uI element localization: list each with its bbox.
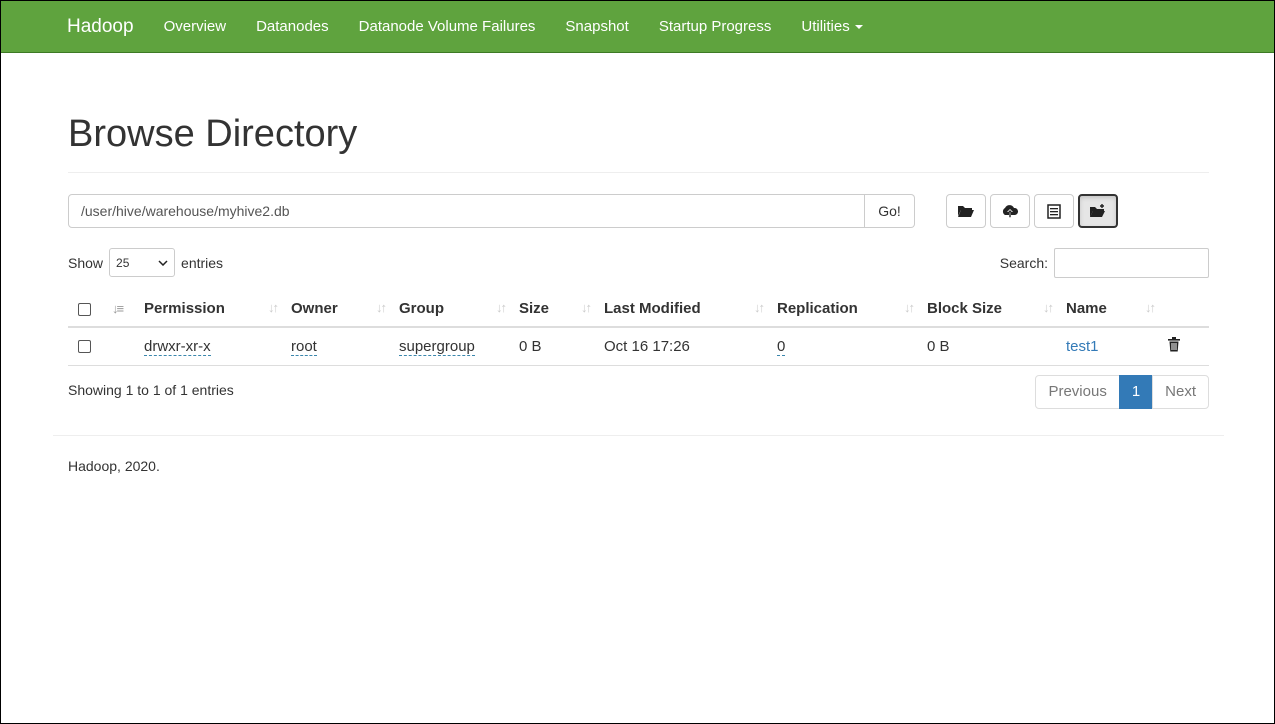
block-size-cell: 0 B — [921, 327, 1060, 366]
header-actions — [1162, 291, 1209, 328]
pagination: Previous 1 Next — [1035, 375, 1209, 409]
replication-cell: 0 — [771, 327, 921, 366]
header-size-label: Size — [519, 300, 550, 317]
footer-divider — [53, 435, 1224, 436]
path-input-group: Go! — [68, 194, 915, 228]
previous-page-button[interactable]: Previous — [1035, 375, 1120, 409]
sort-icon: ↓↑ — [268, 300, 279, 315]
trash-icon[interactable] — [1168, 336, 1180, 352]
header-owner-label: Owner — [291, 300, 338, 317]
nav-utilities-dropdown[interactable]: Utilities — [801, 18, 863, 35]
select-all-checkbox[interactable] — [78, 302, 91, 316]
sort-icon: ↓↑ — [754, 300, 765, 315]
header-size[interactable]: Size ↓↑ — [513, 291, 598, 328]
nav-startup-progress[interactable]: Startup Progress — [659, 18, 772, 35]
show-entries-control: Show 25 entries — [68, 248, 223, 277]
create-directory-button[interactable] — [1078, 194, 1118, 228]
row-select-cell — [68, 327, 106, 366]
header-owner[interactable]: Owner ↓↑ — [285, 291, 393, 328]
replication-editable[interactable]: 0 — [777, 337, 786, 356]
folder-plus-icon — [1090, 204, 1105, 217]
nav-utilities-label: Utilities — [801, 18, 850, 35]
name-cell: test1 — [1060, 327, 1162, 366]
header-permission[interactable]: Permission ↓↑ — [138, 291, 285, 328]
title-divider — [68, 172, 1209, 173]
entries-label: entries — [181, 254, 224, 271]
header-select-all[interactable] — [68, 291, 106, 328]
sort-icon: ↓↑ — [904, 300, 915, 315]
directory-path-input[interactable] — [68, 194, 865, 228]
list-alt-icon — [1047, 203, 1061, 219]
upload-button[interactable] — [990, 194, 1030, 228]
owner-editable[interactable]: root — [291, 337, 317, 356]
footer-text: Hadoop, 2020. — [68, 458, 160, 474]
go-button[interactable]: Go! — [865, 194, 915, 228]
modified-cell: Oct 16 17:26 — [598, 327, 771, 366]
group-editable[interactable]: supergroup — [399, 337, 475, 356]
caret-down-icon — [854, 25, 863, 30]
show-label: Show — [68, 254, 104, 271]
file-name-link[interactable]: test1 — [1066, 338, 1099, 355]
size-cell: 0 B — [513, 327, 598, 366]
header-block-size[interactable]: Block Size ↓↑ — [921, 291, 1060, 328]
header-name[interactable]: Name ↓↑ — [1060, 291, 1162, 328]
sort-icon: ↓↑ — [1043, 300, 1054, 315]
next-page-button[interactable]: Next — [1152, 375, 1209, 409]
sort-icon: ↓↑ — [376, 300, 387, 315]
header-block-size-label: Block Size — [927, 300, 1003, 317]
header-replication[interactable]: Replication ↓↑ — [771, 291, 921, 328]
row-spacer-cell — [106, 327, 138, 366]
cloud-upload-icon — [1002, 204, 1019, 217]
header-group-label: Group — [399, 300, 444, 317]
entries-select-value: 25 — [116, 255, 130, 270]
brand-link[interactable]: Hadoop — [67, 16, 134, 38]
row-checkbox[interactable] — [78, 340, 91, 354]
permission-cell: drwxr-xr-x — [138, 327, 285, 366]
nav-snapshot[interactable]: Snapshot — [565, 18, 628, 35]
top-navbar: Hadoop Overview Datanodes Datanode Volum… — [1, 1, 1274, 53]
folder-open-button[interactable] — [946, 194, 986, 228]
nav-datanodes[interactable]: Datanodes — [256, 18, 329, 35]
header-name-label: Name — [1066, 300, 1107, 317]
table-header-row: ↓≡ Permission ↓↑ Owner ↓↑ Group ↓↑ Size ↓↑ L… — [68, 291, 1209, 328]
sort-icon: ↓↑ — [496, 300, 507, 315]
owner-cell: root — [285, 327, 393, 366]
nav-volume-failures[interactable]: Datanode Volume Failures — [359, 18, 536, 35]
header-sort-default[interactable]: ↓≡ — [106, 291, 138, 328]
sort-ascending-icon: ↓≡ — [112, 301, 124, 316]
group-cell: supergroup — [393, 327, 513, 366]
sort-icon: ↓↑ — [1145, 300, 1156, 315]
header-last-modified[interactable]: Last Modified ↓↑ — [598, 291, 771, 328]
file-table: ↓≡ Permission ↓↑ Owner ↓↑ Group ↓↑ Size ↓↑ L… — [68, 291, 1209, 366]
header-last-modified-label: Last Modified — [604, 300, 701, 317]
actions-cell — [1162, 327, 1209, 366]
header-group[interactable]: Group ↓↑ — [393, 291, 513, 328]
search-input[interactable] — [1054, 248, 1209, 278]
nav-overview[interactable]: Overview — [164, 18, 227, 35]
entries-select[interactable]: 25 — [109, 248, 176, 277]
search-label: Search: — [999, 255, 1048, 271]
search-control: Search: — [1000, 248, 1209, 278]
chevron-down-icon — [158, 259, 168, 266]
header-replication-label: Replication — [777, 300, 858, 317]
table-info: Showing 1 to 1 of 1 entries — [68, 382, 234, 398]
page-title: Browse Directory — [68, 113, 358, 155]
table-row: drwxr-xr-x root supergroup 0 B Oct 16 17… — [68, 327, 1209, 366]
list-button[interactable] — [1034, 194, 1074, 228]
permission-editable[interactable]: drwxr-xr-x — [144, 337, 211, 356]
sort-icon: ↓↑ — [581, 300, 592, 315]
page-1-button[interactable]: 1 — [1118, 375, 1154, 409]
header-permission-label: Permission — [144, 300, 225, 317]
folder-open-icon — [958, 206, 974, 217]
